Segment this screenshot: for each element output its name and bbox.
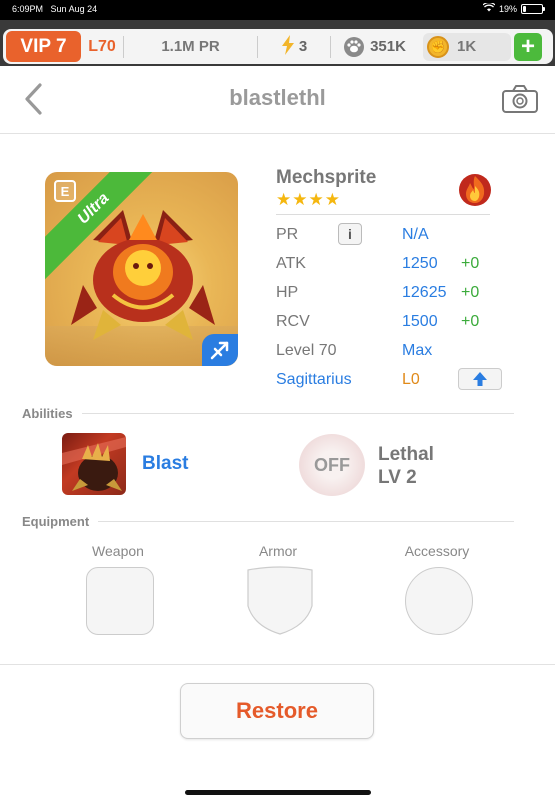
- accessory-slot[interactable]: [405, 567, 473, 635]
- player-level: L70: [88, 37, 116, 55]
- info-icon: i: [348, 226, 352, 242]
- status-right: 19%: [482, 1, 545, 14]
- battery-percent: 19%: [498, 3, 517, 14]
- player-pr: 1.1M PR: [161, 38, 220, 55]
- monster-card[interactable]: Ultra E: [45, 172, 238, 366]
- wifi-icon: [482, 1, 496, 14]
- coin-icon: ✊: [427, 35, 449, 58]
- status-date: Sun Aug 24: [50, 4, 98, 14]
- shield-icon: [247, 566, 313, 635]
- title-bar: blastlethl: [0, 66, 555, 134]
- sagittarius-icon: [210, 341, 229, 360]
- stamina-value: 3: [298, 38, 308, 55]
- accessory-label: Accessory: [404, 543, 470, 559]
- stat-label-atk: ATK: [276, 255, 306, 272]
- page-title: blastlethl: [229, 85, 326, 110]
- abilities-title: Abilities: [22, 406, 73, 421]
- divider: [0, 664, 555, 665]
- stat-label-level: Level 70: [276, 342, 337, 359]
- passive-ability-info: Lethal LV 2: [378, 443, 434, 489]
- passive-ability-name: Lethal: [378, 444, 434, 465]
- stat-label-pr: PR: [276, 226, 299, 243]
- status-bar: 6:09PM Sun Aug 24 19%: [0, 0, 555, 20]
- divider: [276, 214, 490, 215]
- add-coins-button[interactable]: +: [514, 32, 542, 61]
- camera-button[interactable]: [501, 84, 539, 114]
- stat-label-rcv: RCV: [276, 313, 310, 330]
- paw-icon: [344, 36, 365, 57]
- lightning-icon: [281, 34, 295, 59]
- resource-bar: VIP 7 L70 1.1M PR 3 351K ✊ 1K +: [0, 20, 555, 66]
- stat-value-level: Max: [402, 342, 433, 359]
- fire-element-icon: [457, 172, 493, 208]
- zodiac-level: L0: [402, 371, 420, 388]
- stat-value-pr: N/A: [402, 226, 429, 243]
- coin-value: 1K: [457, 38, 477, 55]
- zodiac-label[interactable]: Sagittarius: [276, 371, 352, 389]
- stat-value-rcv: 1500: [402, 313, 438, 330]
- passive-ability-toggle[interactable]: OFF: [299, 434, 365, 496]
- pr-info-button[interactable]: i: [338, 223, 362, 245]
- status-time: 6:09PM Sun Aug 24: [12, 4, 98, 14]
- passive-ability-level: LV 2: [378, 467, 417, 488]
- stat-bonus-atk: +0: [461, 255, 480, 272]
- vip-badge[interactable]: VIP 7: [6, 31, 81, 62]
- monster-name: Mechsprite: [276, 167, 377, 188]
- battery-icon: [521, 3, 545, 14]
- paw-value: 351K: [370, 38, 406, 55]
- stat-bonus-rcv: +0: [461, 313, 480, 330]
- equipment-title: Equipment: [22, 514, 90, 529]
- stat-label-hp: HP: [276, 284, 299, 301]
- stat-value-hp: 12625: [402, 284, 447, 301]
- home-indicator[interactable]: [185, 790, 371, 795]
- divider: [82, 413, 514, 414]
- zodiac-upgrade-button[interactable]: [458, 368, 502, 390]
- sagittarius-badge: [202, 334, 238, 366]
- equipment-tag-icon: E: [54, 180, 76, 202]
- stat-bonus-hp: +0: [461, 284, 480, 301]
- weapon-slot[interactable]: [86, 567, 154, 635]
- divider: [98, 521, 514, 522]
- restore-button[interactable]: Restore: [180, 683, 374, 739]
- coin-counter[interactable]: ✊ 1K: [423, 32, 511, 61]
- blast-ability-icon[interactable]: [62, 433, 126, 495]
- paw-counter[interactable]: 351K: [331, 36, 419, 57]
- active-ability-name[interactable]: Blast: [142, 453, 188, 475]
- armor-slot[interactable]: [246, 566, 314, 636]
- weapon-label: Weapon: [92, 543, 144, 559]
- camera-icon: [502, 85, 538, 113]
- stat-value-atk: 1250: [402, 255, 438, 272]
- stamina-counter[interactable]: 3: [258, 34, 330, 59]
- arrow-up-icon: [473, 372, 487, 386]
- armor-label: Armor: [258, 543, 298, 559]
- star-rating: ★★★★: [276, 190, 341, 209]
